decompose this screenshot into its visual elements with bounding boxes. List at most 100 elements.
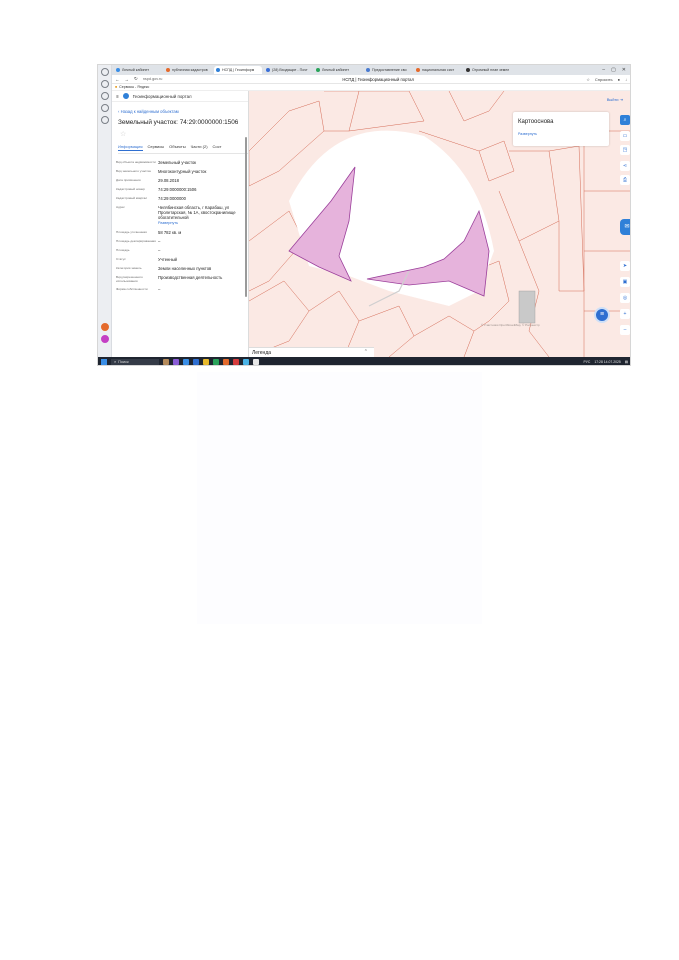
windows-start-icon[interactable] bbox=[101, 359, 107, 365]
attribute-row: Площадь декларированная – bbox=[116, 239, 161, 244]
browser-sidebar bbox=[98, 65, 112, 357]
search-icon[interactable]: ⌕ bbox=[620, 115, 630, 125]
tab-favicon-icon bbox=[266, 68, 270, 72]
zoom-in-icon[interactable]: + bbox=[620, 309, 630, 319]
tab-services[interactable]: Сервисы bbox=[148, 144, 165, 151]
attribute-list: Вид объекта недвижимости Земельный участо… bbox=[116, 160, 248, 292]
locate-icon[interactable]: ➤ bbox=[620, 261, 630, 271]
map-view[interactable]: Картооснова Развернуть Выйти ⇥ ⌕ ▭ ◳ ⋖ ⎙… bbox=[249, 91, 630, 357]
collections-icon[interactable] bbox=[101, 80, 109, 88]
chat-icon[interactable]: ✉ bbox=[620, 219, 630, 235]
folder-icon[interactable] bbox=[203, 359, 209, 365]
tab-parts[interactable]: Части (2) bbox=[191, 144, 208, 151]
menu-icon[interactable]: ≡ bbox=[116, 94, 119, 99]
basemap-card: Картооснова Развернуть bbox=[513, 112, 609, 146]
tab-1[interactable]: Личный кабинет bbox=[114, 66, 162, 74]
tab-2[interactable]: публичная кадастров bbox=[164, 66, 212, 74]
tab-objects[interactable]: Объекты bbox=[169, 144, 186, 151]
app-icon[interactable] bbox=[173, 359, 179, 365]
address-bar-actions: ☆ Спросить ● ↓ bbox=[586, 77, 627, 82]
tab-favicon-icon bbox=[366, 68, 370, 72]
tab-6[interactable]: Предоставление сво bbox=[364, 66, 412, 74]
bookmark-item[interactable]: Сервисы - Яндекс bbox=[119, 85, 149, 89]
tab-favicon-icon bbox=[116, 68, 120, 72]
apps-icon[interactable] bbox=[101, 116, 109, 124]
video-icon[interactable] bbox=[101, 104, 109, 112]
tray-clock[interactable]: 17:28 14.07.2025 bbox=[594, 360, 620, 364]
alice-icon[interactable] bbox=[101, 323, 109, 331]
screenshot-icon[interactable]: ▣ bbox=[620, 277, 630, 287]
download-icon[interactable]: ↓ bbox=[625, 77, 627, 82]
profile-icon[interactable]: ● bbox=[618, 77, 620, 82]
app-icon[interactable] bbox=[253, 359, 259, 365]
tab-4[interactable]: (28) Входящие - Почт bbox=[264, 66, 312, 74]
tab-3-active[interactable]: НСПД | Геоинформ bbox=[214, 66, 262, 74]
address-bar: ← → ↻ nspd.gov.ru НСПД | Геоинформационн… bbox=[112, 75, 630, 84]
tab-favicon-icon bbox=[416, 68, 420, 72]
tab-favicon-icon bbox=[466, 68, 470, 72]
url-field[interactable]: nspd.gov.ru bbox=[143, 77, 163, 81]
tab-5[interactable]: Личный кабинет bbox=[314, 66, 362, 74]
tab-strip: Личный кабинет публичная кадастров НСПД … bbox=[112, 65, 630, 75]
portal-name: Геоинформационный портал bbox=[132, 93, 192, 99]
bookmarks-bar: ■ Сервисы - Яндекс bbox=[112, 84, 630, 91]
edge-icon[interactable] bbox=[193, 359, 199, 365]
app-icon[interactable] bbox=[213, 359, 219, 365]
assistant-icon[interactable] bbox=[101, 335, 109, 343]
assistant-fab-icon[interactable]: ≡ bbox=[594, 307, 610, 323]
tab-information[interactable]: Информация bbox=[118, 144, 143, 151]
weather-icon[interactable] bbox=[163, 359, 169, 365]
app-icon[interactable] bbox=[233, 359, 239, 365]
screenshot: Личный кабинет публичная кадастров НСПД … bbox=[97, 64, 631, 366]
bookmark-star-icon[interactable]: ☆ bbox=[586, 77, 590, 82]
measure-icon[interactable]: ◳ bbox=[620, 145, 630, 155]
tab-state[interactable]: Сост bbox=[213, 144, 222, 151]
yandex-icon[interactable] bbox=[223, 359, 229, 365]
share-icon[interactable]: ⋖ bbox=[620, 161, 630, 171]
page-title: НСПД | Геоинформационный портал bbox=[342, 76, 414, 82]
attribute-row: Статус Учтенный bbox=[116, 257, 178, 262]
back-to-results-link[interactable]: ‹ Назад к найденным объектам bbox=[118, 109, 248, 114]
app-icon[interactable] bbox=[243, 359, 249, 365]
maximize-icon[interactable]: ▢ bbox=[611, 67, 616, 73]
history-icon[interactable] bbox=[101, 68, 109, 76]
explorer-icon[interactable] bbox=[183, 359, 189, 365]
attribute-row: Вид объекта недвижимости Земельный участо… bbox=[116, 160, 197, 165]
map-copyright: © Участники OpenStreetMap, © Росреестр bbox=[481, 323, 540, 327]
back-arrow-icon[interactable]: ← bbox=[115, 77, 120, 82]
notifications-icon[interactable]: ▤ bbox=[625, 360, 628, 364]
zoom-out-icon[interactable]: – bbox=[620, 325, 630, 335]
attribute-row: Дата присвоения 29.08.2018 bbox=[116, 178, 179, 183]
portal-logo-icon bbox=[122, 93, 129, 99]
compass-icon[interactable]: ◎ bbox=[620, 293, 630, 303]
reload-icon[interactable]: ↻ bbox=[134, 76, 138, 82]
exit-button[interactable]: Выйти ⇥ bbox=[607, 97, 623, 102]
close-icon[interactable]: ✕ bbox=[622, 67, 626, 73]
tray-language[interactable]: РУС bbox=[584, 360, 591, 364]
tab-favicon-icon bbox=[166, 68, 170, 72]
attribute-row: Вид разрешенного использования Производст… bbox=[116, 275, 223, 283]
attribute-row: Адрес Челябинская область, г Карабаш, ул … bbox=[116, 205, 236, 225]
taskbar-search[interactable]: ⌕ Поиск bbox=[111, 358, 159, 365]
layers-icon[interactable]: ▭ bbox=[620, 131, 630, 141]
panel-scrollbar[interactable] bbox=[245, 137, 247, 297]
tab-7[interactable]: национальная сист bbox=[414, 66, 462, 74]
attribute-row: Вид земельного участка Многоконтурный уча… bbox=[116, 169, 207, 174]
tab-8[interactable]: Огромный план земел bbox=[464, 66, 512, 74]
downloads-icon[interactable] bbox=[101, 92, 109, 100]
basemap-expand-link[interactable]: Развернуть bbox=[518, 132, 609, 136]
basemap-title: Картооснова bbox=[518, 119, 554, 125]
attribute-row: Категория земель Земли населенных пунктов bbox=[116, 266, 212, 271]
tab-favicon-icon bbox=[216, 68, 220, 72]
print-icon[interactable]: ⎙ bbox=[620, 175, 630, 185]
expand-address-link[interactable]: Развернуть bbox=[158, 221, 178, 225]
system-tray: РУС 17:28 14.07.2025 ▤ bbox=[584, 360, 630, 364]
attribute-row: Площадь – bbox=[116, 248, 161, 253]
minimize-icon[interactable]: – bbox=[602, 67, 605, 73]
building-block bbox=[518, 290, 536, 324]
panel-header: ≡ Геоинформационный портал bbox=[112, 91, 248, 102]
legend-toggle[interactable]: Легенда ⌃ bbox=[249, 347, 374, 357]
ask-button[interactable]: Спросить bbox=[595, 77, 613, 82]
forward-arrow-icon[interactable]: → bbox=[125, 77, 130, 82]
favorite-star-icon[interactable]: ☆ bbox=[120, 130, 248, 138]
